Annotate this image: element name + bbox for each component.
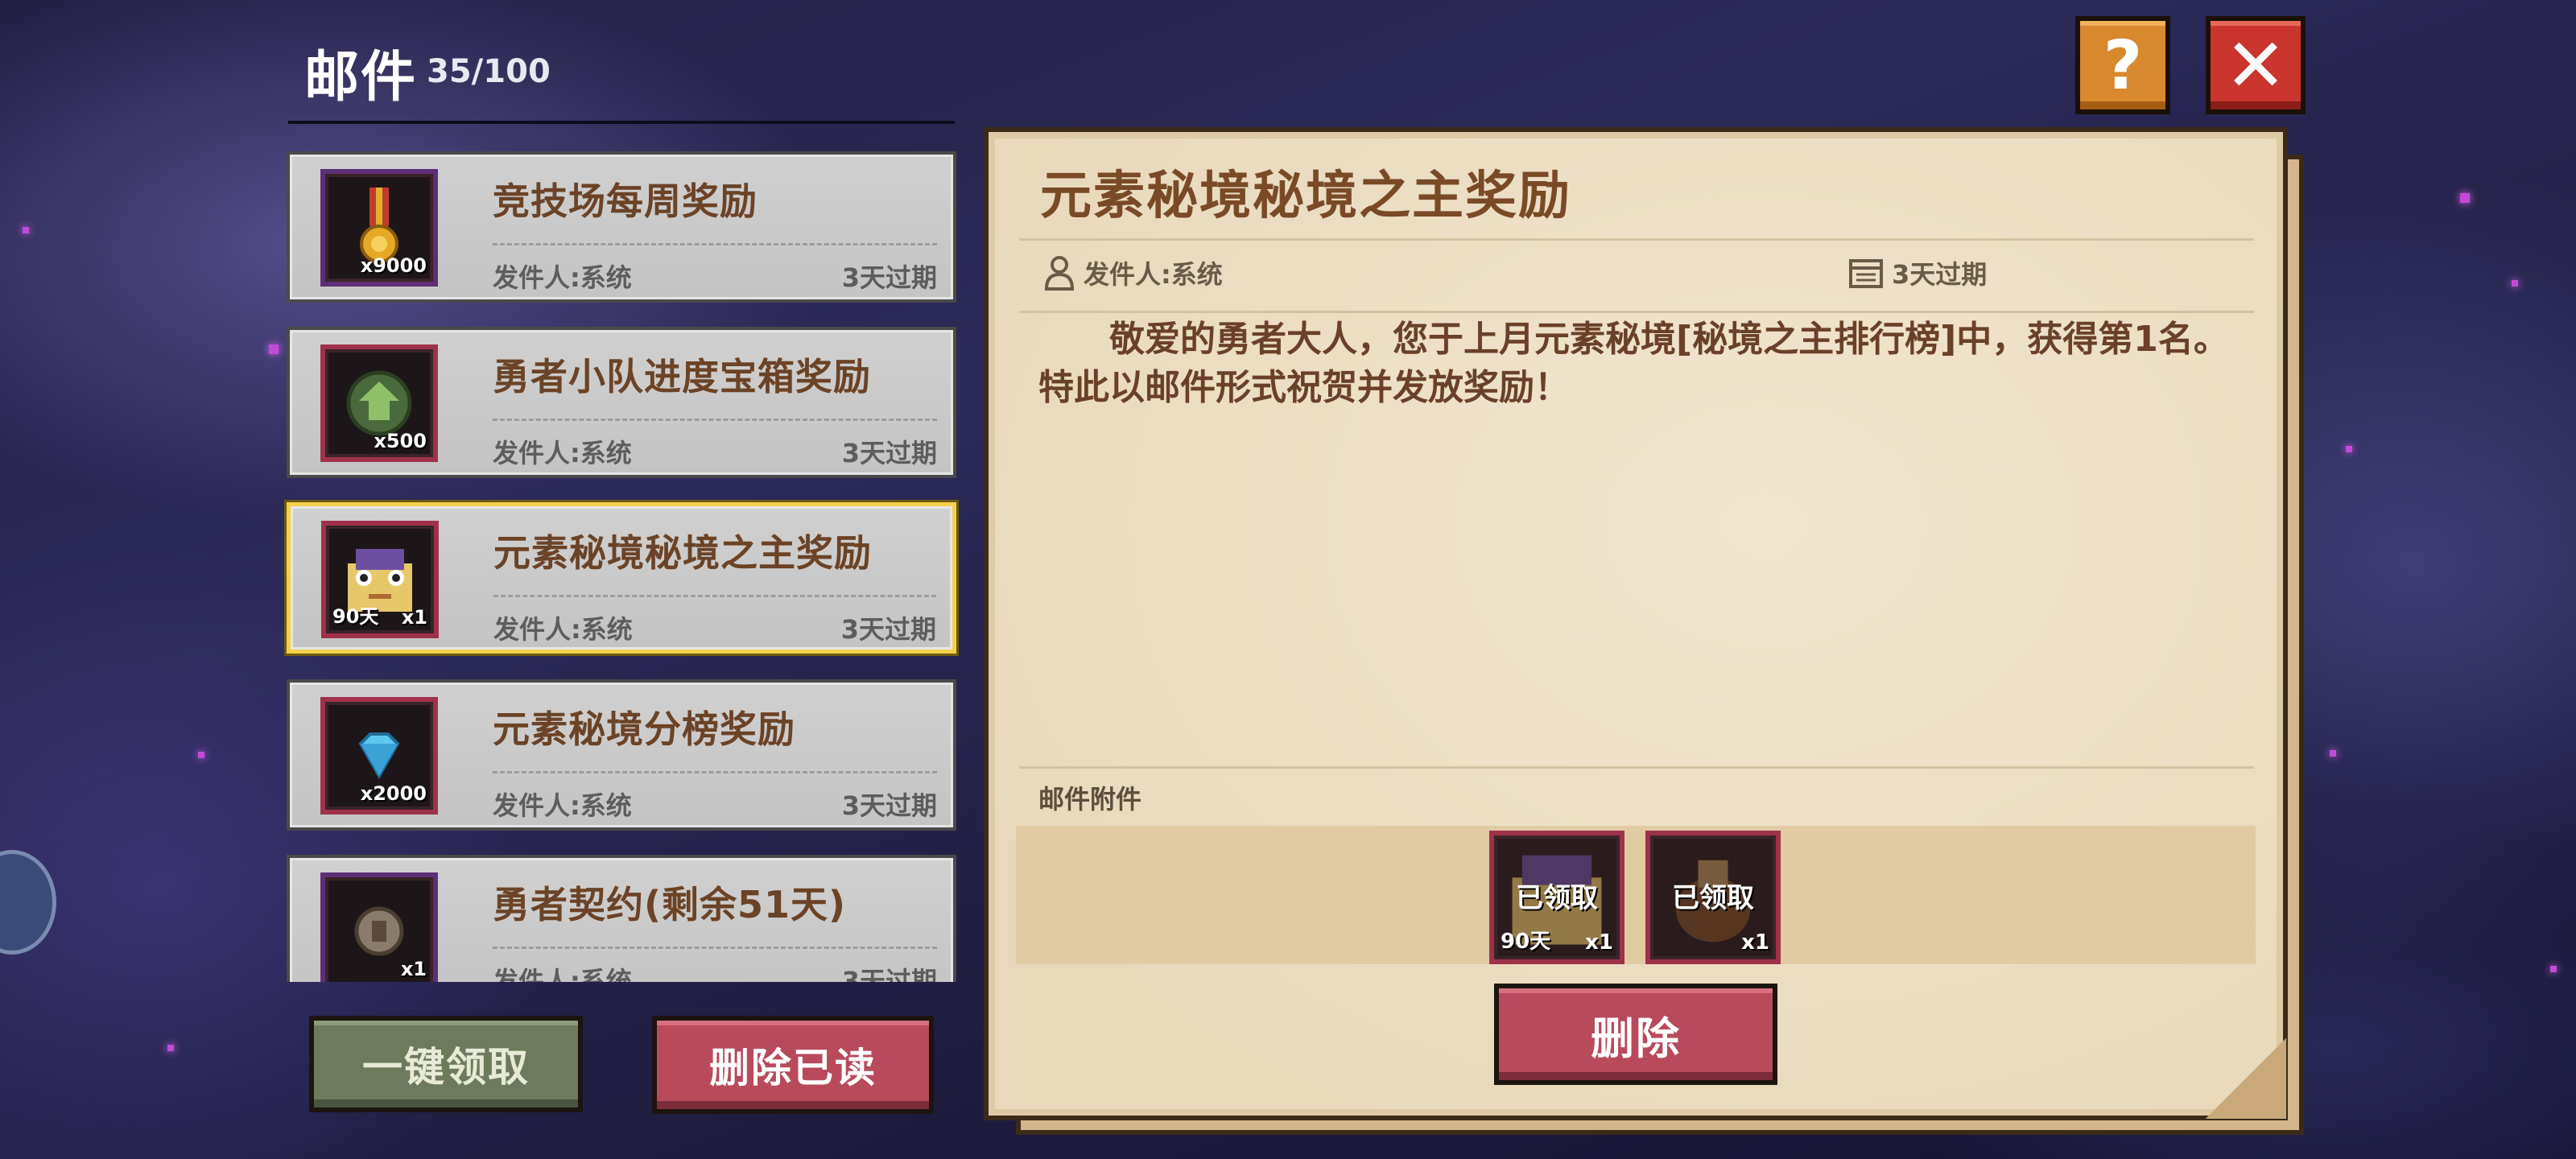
mail-item[interactable]: x1 勇者契约(剩余51天) 发件人:系统 3天过期	[287, 855, 956, 982]
mail-sender: 发件人:系统	[493, 614, 633, 645]
frog-avatar-icon: 90天 x1	[321, 521, 439, 638]
question-icon: ?	[2103, 26, 2143, 105]
page-curl	[2206, 1038, 2286, 1119]
mail-sender: 发件人:系统	[493, 262, 632, 293]
mail-body: 敬爱的勇者大人，您于上月元素秘境[秘境之主排行榜]中，获得第1名。特此以邮件形式…	[1038, 319, 2229, 408]
claimed-label: 已领取	[1672, 882, 1754, 914]
mail-item-selected[interactable]: 90天 x1 元素秘境秘境之主奖励 发件人:系统 3天过期	[287, 502, 956, 654]
help-button[interactable]: ?	[2075, 16, 2170, 114]
divider	[493, 419, 937, 421]
star-decoration	[23, 227, 29, 233]
divider	[493, 595, 936, 597]
star-decoration	[198, 752, 204, 758]
detail-sender-text: 发件人:系统	[1084, 259, 1223, 290]
calendar-icon	[1849, 259, 1883, 288]
medal-icon: x9000	[320, 169, 438, 287]
star-decoration	[2330, 750, 2336, 757]
mail-expire: 3天过期	[841, 790, 937, 821]
item-quantity: x9000	[360, 254, 427, 277]
item-quantity: x500	[374, 430, 427, 452]
page-title: 邮件	[304, 46, 418, 109]
mail-expire: 3天过期	[841, 262, 937, 293]
side-character-avatar[interactable]	[0, 850, 56, 955]
mail-title: 勇者契约(剩余51天)	[493, 883, 847, 926]
mail-expire: 3天过期	[841, 438, 937, 468]
item-quantity: x1	[1585, 930, 1613, 955]
mail-expire: 3天过期	[841, 966, 937, 982]
item-duration: 90天	[1501, 930, 1551, 954]
star-decoration	[2550, 966, 2557, 972]
star-decoration	[2346, 446, 2352, 452]
close-icon: ✕	[2224, 22, 2287, 109]
delete-read-button[interactable]: 删除已读	[652, 1016, 934, 1114]
mail-sender: 发件人:系统	[493, 438, 632, 468]
claim-all-button[interactable]: 一键领取	[309, 1016, 583, 1112]
detail-sender: 发件人:系统	[1043, 254, 1223, 291]
star-decoration	[2512, 280, 2518, 287]
divider	[1019, 238, 2254, 241]
item-duration: 90天	[332, 605, 379, 628]
item-quantity: x1	[400, 958, 427, 980]
attachment-item[interactable]: 已领取 x1	[1645, 831, 1781, 964]
mail-item[interactable]: x2000 元素秘境分榜奖励 发件人:系统 3天过期	[287, 679, 956, 831]
item-quantity: x1	[1741, 930, 1769, 955]
divider	[493, 771, 937, 773]
contract-icon: x1	[320, 872, 438, 982]
star-decoration	[269, 344, 279, 354]
divider	[1019, 311, 2254, 313]
item-quantity: x2000	[360, 782, 427, 805]
green-gem-icon: x500	[320, 344, 438, 462]
mail-title: 竞技场每周奖励	[493, 179, 758, 223]
item-quantity: x1	[401, 606, 427, 629]
delete-button[interactable]: 删除	[1494, 984, 1777, 1085]
mail-item[interactable]: x500 勇者小队进度宝箱奖励 发件人:系统 3天过期	[287, 327, 956, 478]
close-button[interactable]: ✕	[2206, 16, 2306, 114]
header-divider	[288, 121, 955, 124]
attachments-label: 邮件附件	[1038, 784, 1142, 815]
mail-item[interactable]: x9000 竞技场每周奖励 发件人:系统 3天过期	[287, 151, 956, 303]
star-decoration	[2460, 193, 2470, 203]
mail-title: 元素秘境秘境之主奖励	[493, 531, 872, 575]
claimed-label: 已领取	[1516, 882, 1598, 914]
detail-expire-text: 3天过期	[1892, 259, 1988, 290]
detail-expire: 3天过期	[1848, 254, 1987, 291]
attachment-item[interactable]: 已领取 90天 x1	[1489, 831, 1624, 964]
diamond-icon: x2000	[320, 697, 438, 815]
mail-title: 勇者小队进度宝箱奖励	[493, 355, 871, 398]
detail-title: 元素秘境秘境之主奖励	[1040, 167, 1571, 226]
mail-expire: 3天过期	[840, 614, 936, 645]
attachments-strip	[1016, 826, 2256, 964]
divider	[493, 947, 937, 949]
mail-sender: 发件人:系统	[493, 966, 632, 982]
mail-count: 35/100	[427, 53, 551, 90]
mail-list[interactable]: x9000 竞技场每周奖励 发件人:系统 3天过期 x500 勇者小队进度宝箱奖…	[283, 145, 960, 982]
divider	[493, 243, 937, 245]
mail-sender: 发件人:系统	[493, 790, 632, 821]
person-icon	[1044, 256, 1075, 291]
star-decoration	[167, 1045, 174, 1051]
mail-title: 元素秘境分榜奖励	[493, 707, 795, 751]
divider	[1019, 766, 2254, 769]
